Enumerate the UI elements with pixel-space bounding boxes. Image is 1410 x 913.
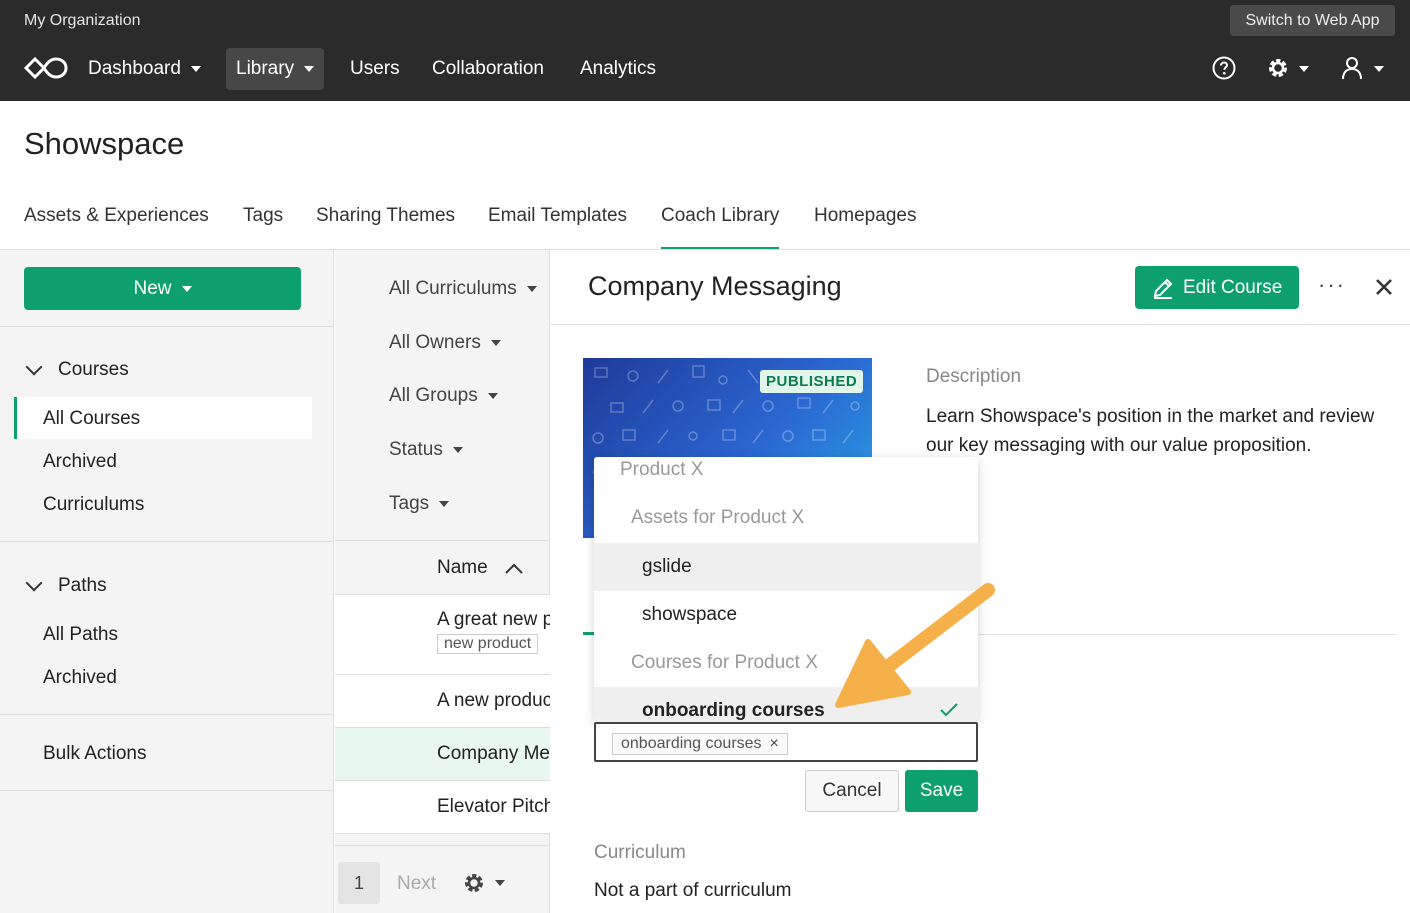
chevron-down-icon xyxy=(25,574,43,592)
caret-down-icon xyxy=(190,65,201,72)
description-text: Learn Showspace's position in the market… xyxy=(926,406,1375,456)
course-title: Company Messaging xyxy=(588,271,842,301)
top-bar xyxy=(0,0,1410,101)
switch-to-web-app-button[interactable]: Switch to Web App xyxy=(1230,5,1395,36)
paths-heading: Paths xyxy=(58,575,107,596)
row-tag: new product xyxy=(437,634,539,654)
list-settings-gear-icon[interactable] xyxy=(462,871,510,895)
nav-analytics[interactable]: Analytics xyxy=(570,48,666,90)
courses-section-toggle[interactable]: Courses xyxy=(24,358,129,381)
edit-course-button[interactable]: Edit Course xyxy=(1135,266,1299,309)
tab-coach-library[interactable]: Coach Library xyxy=(661,205,780,250)
new-button[interactable]: New xyxy=(24,267,301,310)
tab-email-templates[interactable]: Email Templates xyxy=(488,205,627,250)
sort-ascending-icon[interactable] xyxy=(504,561,524,575)
name-header-label: Name xyxy=(437,557,488,578)
sidebar-item-archived-courses[interactable]: Archived xyxy=(43,451,117,473)
help-icon[interactable] xyxy=(1212,56,1236,80)
description-label: Description xyxy=(926,366,1022,387)
sidebar-divider xyxy=(0,714,334,715)
page-title: Showspace xyxy=(24,126,185,161)
filter-curriculums[interactable]: All Curriculums xyxy=(389,278,537,300)
selected-tag-pill: onboarding courses × xyxy=(612,733,788,755)
curriculum-value: Not a part of curriculum xyxy=(594,880,792,901)
caret-down-icon xyxy=(487,392,498,399)
list-divider xyxy=(335,845,550,846)
tab-tags[interactable]: Tags xyxy=(243,205,283,250)
page-number-button[interactable]: 1 xyxy=(338,862,380,904)
tag-select-input[interactable]: onboarding courses × xyxy=(594,722,978,762)
nav-library[interactable]: Library xyxy=(226,48,325,90)
next-page-button[interactable]: Next xyxy=(397,873,436,895)
curriculum-label: Curriculum xyxy=(594,842,686,863)
filter-label: All Curriculums xyxy=(389,278,517,299)
tab-homepages[interactable]: Homepages xyxy=(814,205,916,250)
remove-tag-icon[interactable]: × xyxy=(770,735,779,752)
sidebar-item-bulk-actions[interactable]: Bulk Actions xyxy=(43,743,147,765)
nav-dashboard-label: Dashboard xyxy=(88,58,181,79)
edit-course-label: Edit Course xyxy=(1183,277,1283,298)
settings-gear-icon[interactable] xyxy=(1266,56,1314,80)
list-divider xyxy=(335,540,550,541)
filter-groups[interactable]: All Groups xyxy=(389,385,498,407)
dropdown-group-assets: Assets for Product X xyxy=(631,507,805,528)
caret-down-icon xyxy=(304,65,315,72)
nav-users[interactable]: Users xyxy=(340,48,410,90)
table-row[interactable]: A great new p new product xyxy=(335,595,550,675)
nav-dashboard[interactable]: Dashboard xyxy=(78,48,211,90)
filter-label: Status xyxy=(389,439,443,460)
cancel-button[interactable]: Cancel xyxy=(805,770,899,812)
nav-library-label: Library xyxy=(236,58,295,79)
filter-status[interactable]: Status xyxy=(389,439,463,461)
name-column-header[interactable]: Name xyxy=(437,557,488,579)
caret-down-icon xyxy=(181,285,192,292)
caret-down-icon xyxy=(490,339,501,346)
sidebar-divider xyxy=(0,790,334,791)
pencil-icon xyxy=(1151,276,1175,300)
paths-section-toggle[interactable]: Paths xyxy=(24,574,107,597)
sidebar-divider xyxy=(0,326,334,327)
selected-tag-label: onboarding courses xyxy=(621,735,762,752)
detail-divider xyxy=(551,324,1410,325)
table-row[interactable]: A new produc xyxy=(335,675,550,728)
caret-down-icon xyxy=(439,500,450,507)
row-name: A great new p xyxy=(437,609,550,630)
caret-down-icon xyxy=(452,446,463,453)
courses-heading: Courses xyxy=(58,359,129,380)
sidebar-item-all-paths[interactable]: All Paths xyxy=(43,624,118,646)
logo-icon[interactable] xyxy=(24,55,68,81)
table-row-selected[interactable]: Company Me xyxy=(335,728,550,781)
close-icon[interactable] xyxy=(1374,277,1394,297)
status-badge: PUBLISHED xyxy=(760,370,864,393)
section-tab-indicator xyxy=(583,632,594,635)
sidebar-item-all-courses-label[interactable]: All Courses xyxy=(43,408,140,430)
tab-assets-experiences[interactable]: Assets & Experiences xyxy=(24,205,209,250)
row-name: A new produc xyxy=(437,690,550,711)
dropdown-group-product-x: Product X xyxy=(620,459,704,480)
save-button[interactable]: Save xyxy=(905,770,978,812)
new-button-label: New xyxy=(133,278,172,299)
filter-tags[interactable]: Tags xyxy=(389,493,450,515)
organization-name: My Organization xyxy=(24,12,141,29)
filter-label: All Owners xyxy=(389,332,481,353)
sidebar-divider xyxy=(0,541,334,542)
option-label: onboarding courses xyxy=(642,700,825,721)
row-name: Company Me xyxy=(437,743,550,764)
more-options-icon[interactable]: ··· xyxy=(1318,272,1346,298)
filter-label: All Groups xyxy=(389,385,478,406)
nav-collaboration[interactable]: Collaboration xyxy=(422,48,554,90)
filter-label: Tags xyxy=(389,493,430,514)
chevron-down-icon xyxy=(25,358,43,376)
caret-down-icon xyxy=(526,285,537,292)
sidebar-item-archived-paths[interactable]: Archived xyxy=(43,667,117,689)
sidebar-item-curriculums[interactable]: Curriculums xyxy=(43,494,144,516)
tab-sharing-themes[interactable]: Sharing Themes xyxy=(316,205,455,250)
filter-owners[interactable]: All Owners xyxy=(389,332,501,354)
annotation-arrow-icon xyxy=(830,580,1000,710)
table-row[interactable]: Elevator Pitch xyxy=(335,781,550,834)
user-menu-icon[interactable] xyxy=(1340,55,1388,81)
row-name: Elevator Pitch xyxy=(437,796,550,817)
